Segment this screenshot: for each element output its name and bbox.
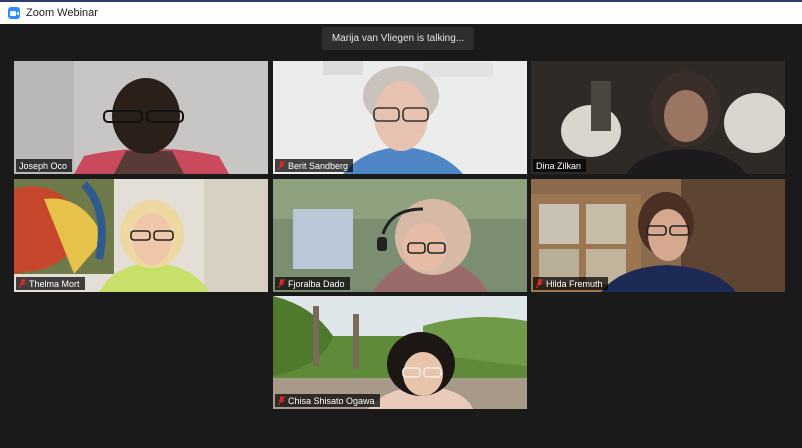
muted-microphone-icon (278, 396, 285, 405)
video-feed (14, 61, 268, 174)
video-tile[interactable]: Chisa Shisato Ogawa (273, 296, 527, 409)
active-speaker-banner: Marija van Vliegen is talking... (322, 27, 474, 50)
participant-name: Hilda Fremuth (546, 278, 603, 289)
participant-name: Fjoralba Dado (288, 278, 345, 289)
video-tile[interactable]: Hilda Fremuth (531, 179, 785, 292)
participant-nameplate: Thelma Mort (16, 277, 85, 290)
video-feed (14, 179, 268, 292)
muted-microphone-icon (19, 279, 26, 288)
muted-microphone-icon (536, 279, 543, 288)
participant-name: Thelma Mort (29, 278, 80, 289)
video-tile[interactable]: Fjoralba Dado (273, 179, 527, 292)
video-tile[interactable]: Thelma Mort (14, 179, 268, 292)
video-tile[interactable]: Dina Zilkan (531, 61, 785, 174)
participant-name: Joseph Oco (19, 160, 68, 171)
video-tile[interactable]: Berit Sandberg (273, 61, 527, 174)
video-tile[interactable]: Joseph Oco (14, 61, 268, 174)
video-feed (273, 296, 527, 409)
participant-nameplate: Joseph Oco (16, 159, 73, 172)
video-feed (273, 179, 527, 292)
participant-nameplate: Berit Sandberg (275, 159, 354, 172)
participant-nameplate: Chisa Shisato Ogawa (275, 394, 380, 407)
participant-name: Berit Sandberg (288, 160, 349, 171)
muted-microphone-icon (278, 161, 285, 170)
video-feed (531, 61, 785, 174)
window-title: Zoom Webinar (26, 7, 98, 19)
participant-nameplate: Hilda Fremuth (533, 277, 608, 290)
zoom-camera-icon (8, 7, 20, 19)
participant-nameplate: Dina Zilkan (533, 159, 587, 172)
video-feed (273, 61, 527, 174)
video-feed (531, 179, 785, 292)
participant-nameplate: Fjoralba Dado (275, 277, 350, 290)
title-bar: Zoom Webinar (0, 0, 802, 24)
participant-name: Dina Zilkan (536, 160, 582, 171)
muted-microphone-icon (278, 279, 285, 288)
participant-name: Chisa Shisato Ogawa (288, 395, 375, 406)
